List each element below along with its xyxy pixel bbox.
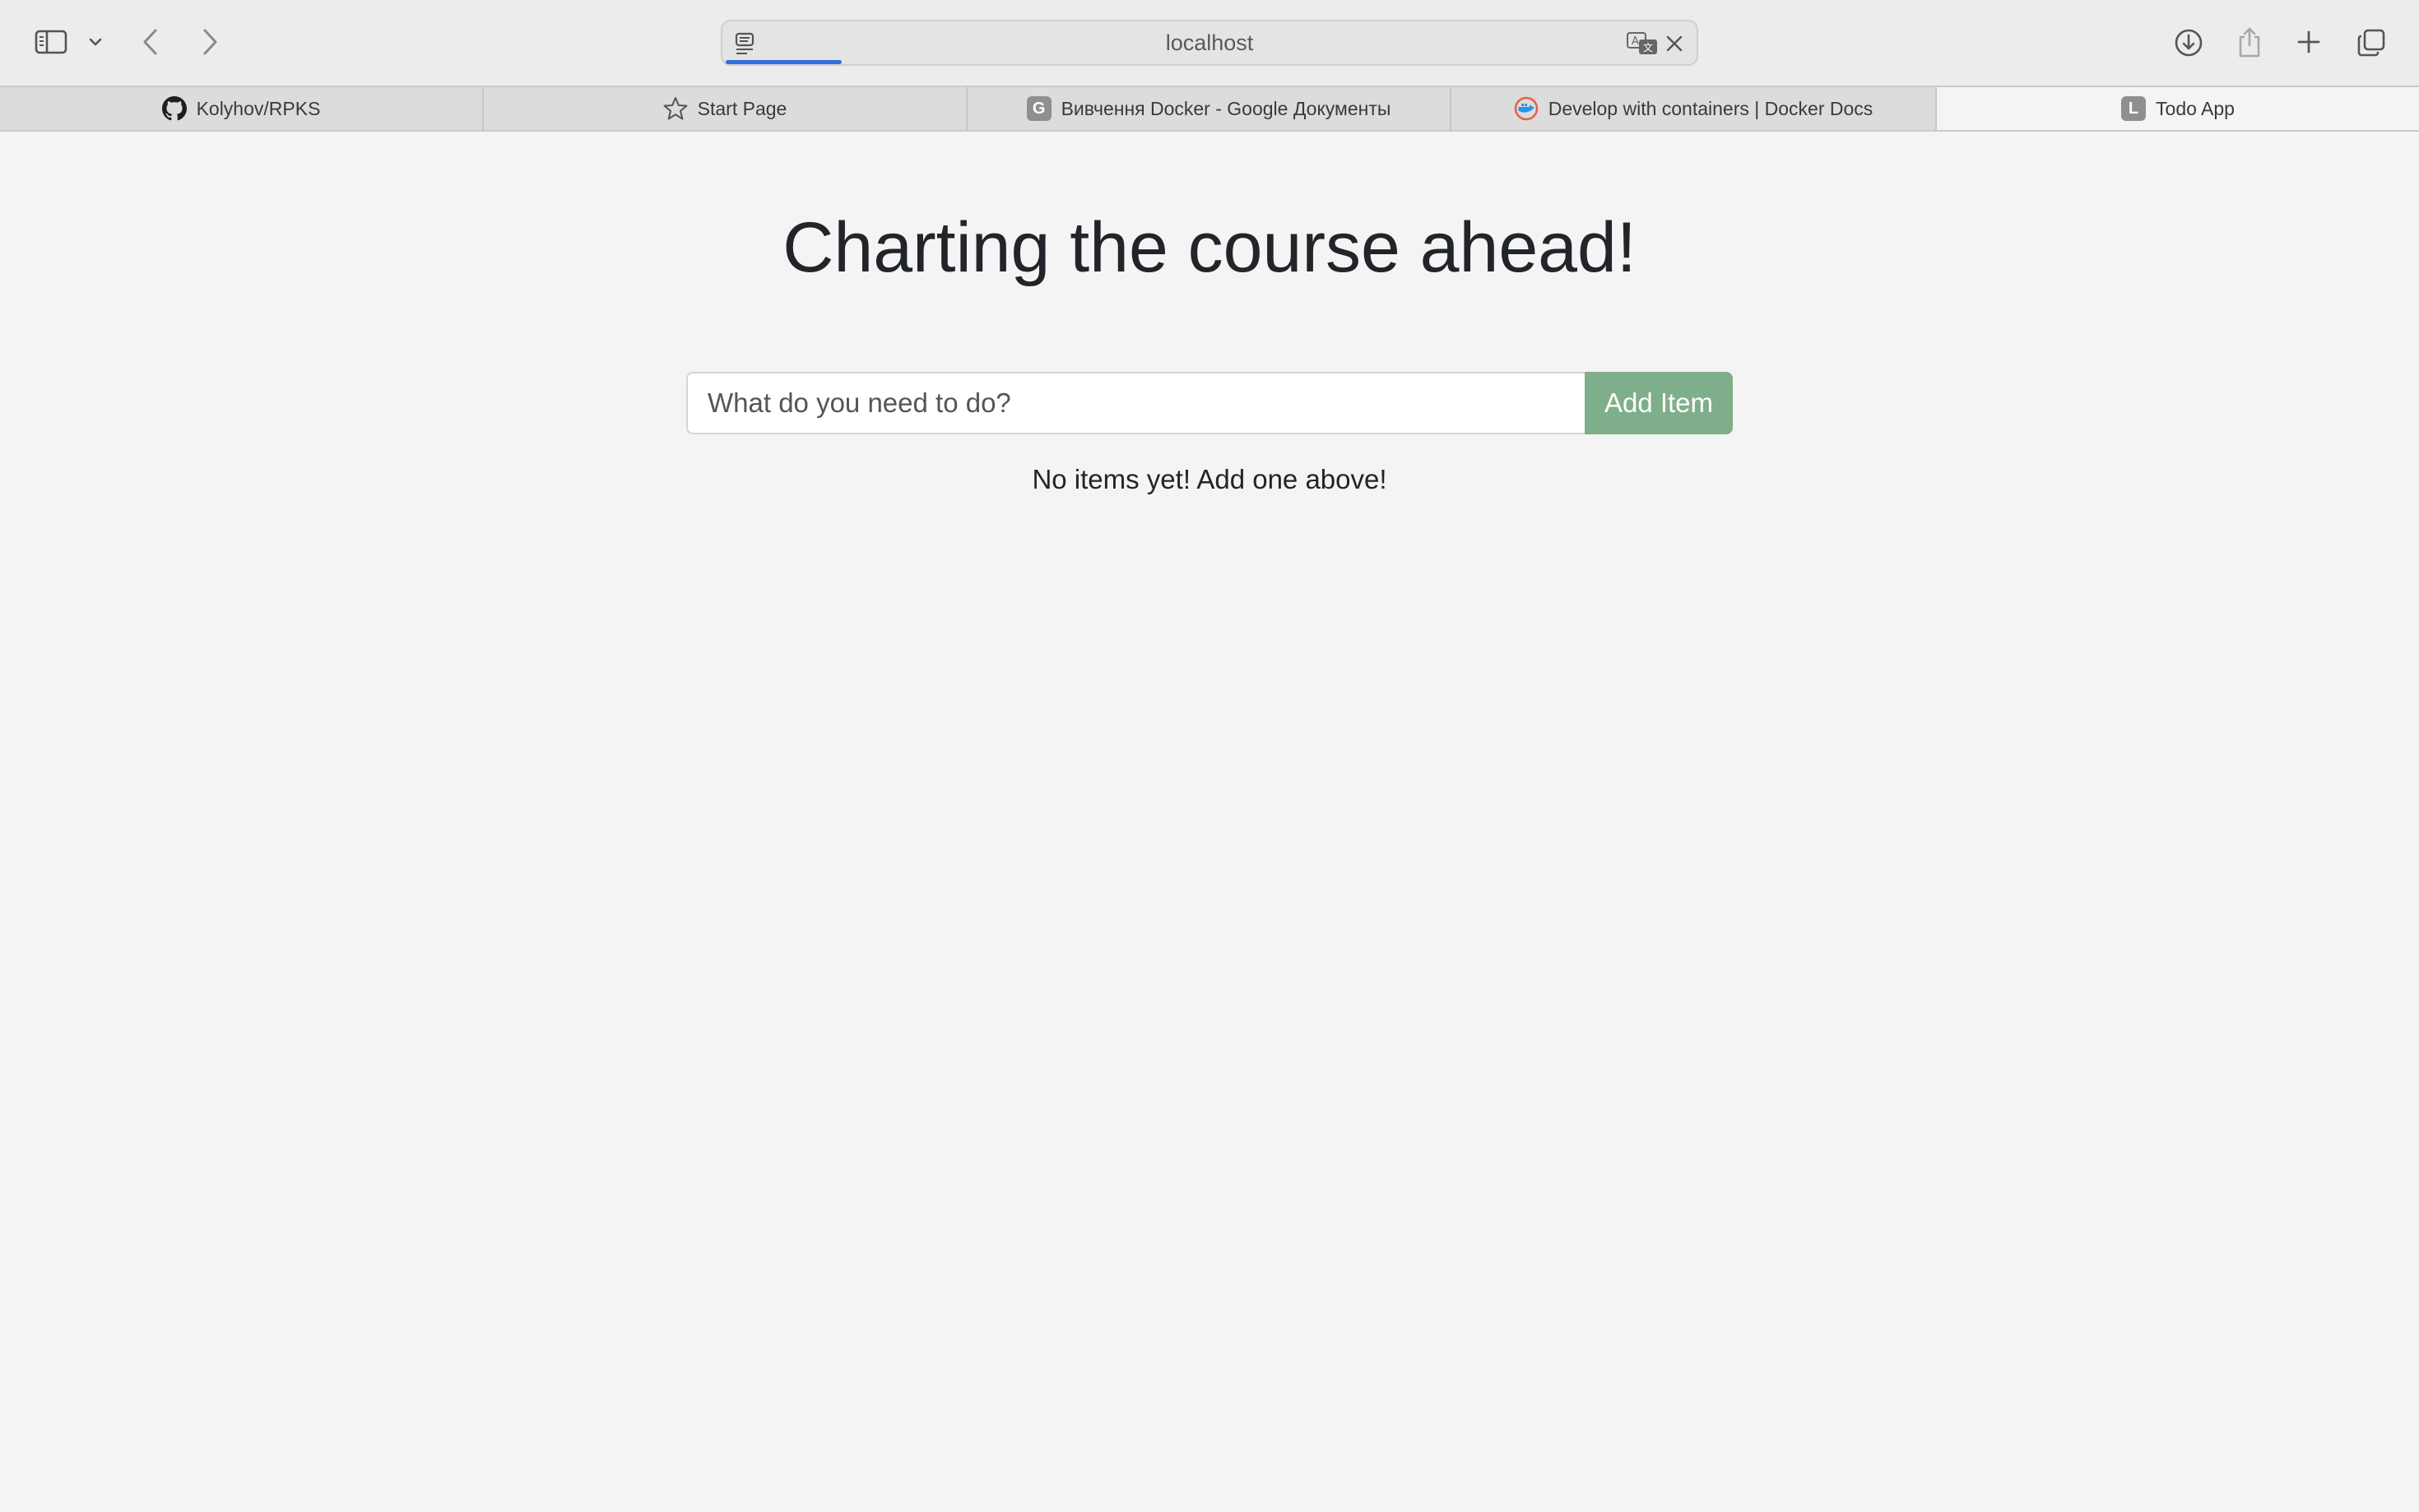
tab-title: Todo App: [2156, 97, 2235, 119]
translate-button[interactable]: A文: [1626, 28, 1659, 59]
forward-button[interactable]: [194, 23, 225, 61]
svg-text:文: 文: [1643, 41, 1653, 53]
forward-icon: [201, 28, 219, 56]
tab-title: Вивчення Docker - Google Документы: [1061, 97, 1391, 119]
back-icon: [142, 28, 160, 56]
tab-title: Kolyhov/RPKS: [196, 97, 321, 119]
tab-start-page[interactable]: Start Page: [484, 87, 968, 130]
sidebar-icon: [35, 29, 67, 55]
tab-bar: Kolyhov/RPKS Start Page G Вивчення Docke…: [0, 86, 2419, 132]
share-button[interactable]: [2231, 23, 2268, 61]
new-tab-button[interactable]: [2292, 25, 2325, 59]
page-content: Charting the course ahead! Add Item No i…: [0, 132, 2419, 1512]
tab-kolyhov-rpks[interactable]: Kolyhov/RPKS: [0, 87, 484, 130]
loading-progress-bar: [726, 60, 842, 64]
translate-icon: A文: [1626, 31, 1659, 56]
sidebar-toggle-button[interactable]: [31, 25, 71, 59]
chevron-down-icon: [88, 37, 103, 47]
address-bar[interactable]: localhost A文: [721, 20, 1698, 66]
back-button[interactable]: [135, 23, 166, 61]
empty-list-message: No items yet! Add one above!: [1032, 464, 1387, 494]
page-title: Charting the course ahead!: [782, 208, 1637, 287]
add-item-form: Add Item: [686, 372, 1733, 434]
docker-icon: [1514, 96, 1539, 121]
tab-docker-docs[interactable]: Develop with containers | Docker Docs: [1451, 87, 1937, 130]
svg-text:A: A: [1632, 35, 1639, 48]
stop-loading-button[interactable]: [1662, 31, 1687, 56]
new-item-input[interactable]: [686, 372, 1585, 434]
download-icon: [2174, 28, 2203, 58]
close-icon: [1665, 35, 1683, 53]
downloads-button[interactable]: [2171, 25, 2207, 61]
add-item-button[interactable]: Add Item: [1585, 372, 1733, 434]
letter-g-icon: G: [1026, 96, 1052, 121]
share-icon: [2236, 26, 2263, 58]
url-text[interactable]: localhost: [722, 21, 1697, 64]
star-icon: [663, 96, 688, 121]
new-tab-icon: [2296, 30, 2321, 54]
tab-overview-button[interactable]: [2353, 25, 2389, 61]
tab-google-docs-docker[interactable]: G Вивчення Docker - Google Документы: [968, 87, 1451, 130]
letter-l-icon: L: [2121, 96, 2147, 121]
tab-overview-icon: [2356, 28, 2386, 58]
tab-title: Start Page: [697, 97, 787, 119]
tab-title: Develop with containers | Docker Docs: [1548, 97, 1873, 119]
browser-toolbar: localhost A文: [0, 0, 2419, 86]
tab-todo-app[interactable]: L Todo App: [1937, 87, 2419, 130]
github-icon: [161, 96, 187, 121]
sidebar-menu-button[interactable]: [84, 30, 107, 54]
